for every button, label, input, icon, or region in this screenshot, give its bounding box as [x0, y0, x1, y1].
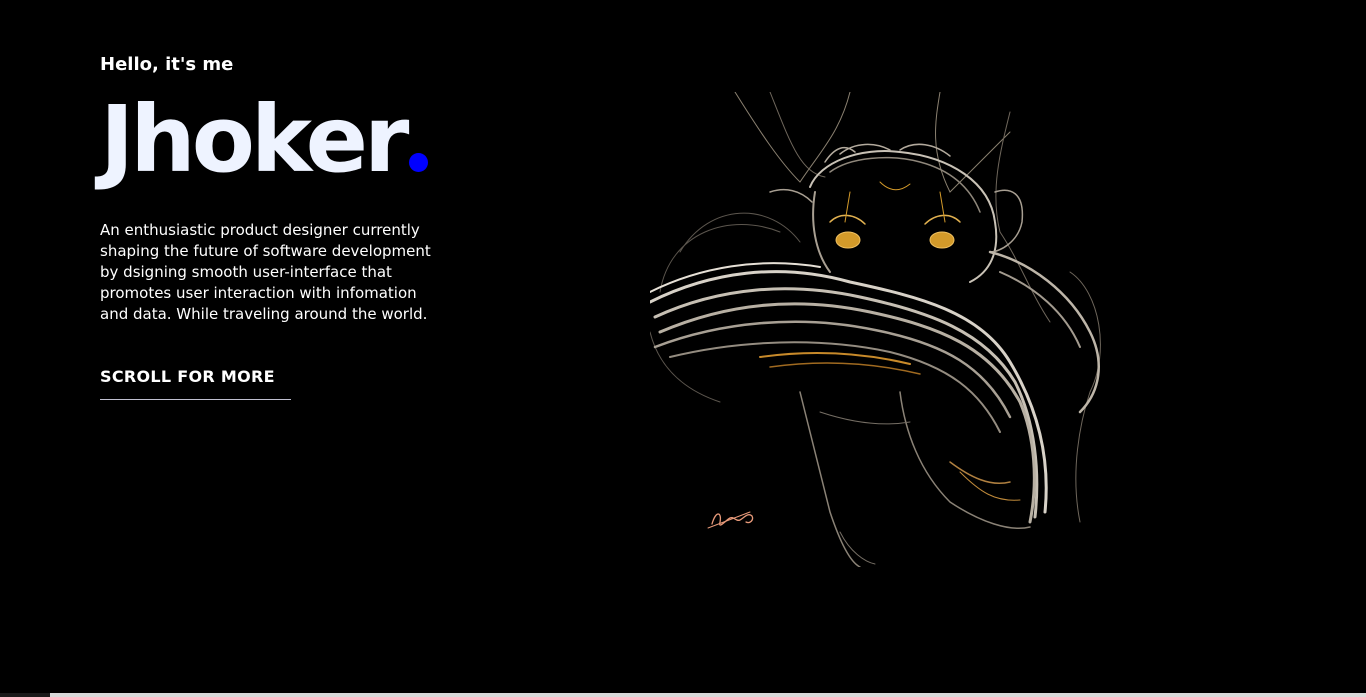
hero-name-text: Jhoker [100, 86, 409, 193]
scroll-for-more-link[interactable]: SCROLL FOR MORE [100, 366, 291, 400]
horizontal-scrollbar[interactable] [0, 693, 1366, 697]
hero-artwork-image [650, 92, 1110, 567]
hero-name: Jhoker [100, 84, 460, 196]
hero-page: Hello, it's me Jhoker An enthusiastic pr… [0, 0, 1366, 697]
scrollbar-thumb[interactable] [50, 693, 1366, 697]
hero-intro: Hello, it's me Jhoker An enthusiastic pr… [100, 52, 460, 325]
name-dot-icon [409, 153, 429, 172]
greeting-text: Hello, it's me [100, 54, 234, 75]
bio-text: An enthusiastic product designer current… [100, 221, 431, 323]
